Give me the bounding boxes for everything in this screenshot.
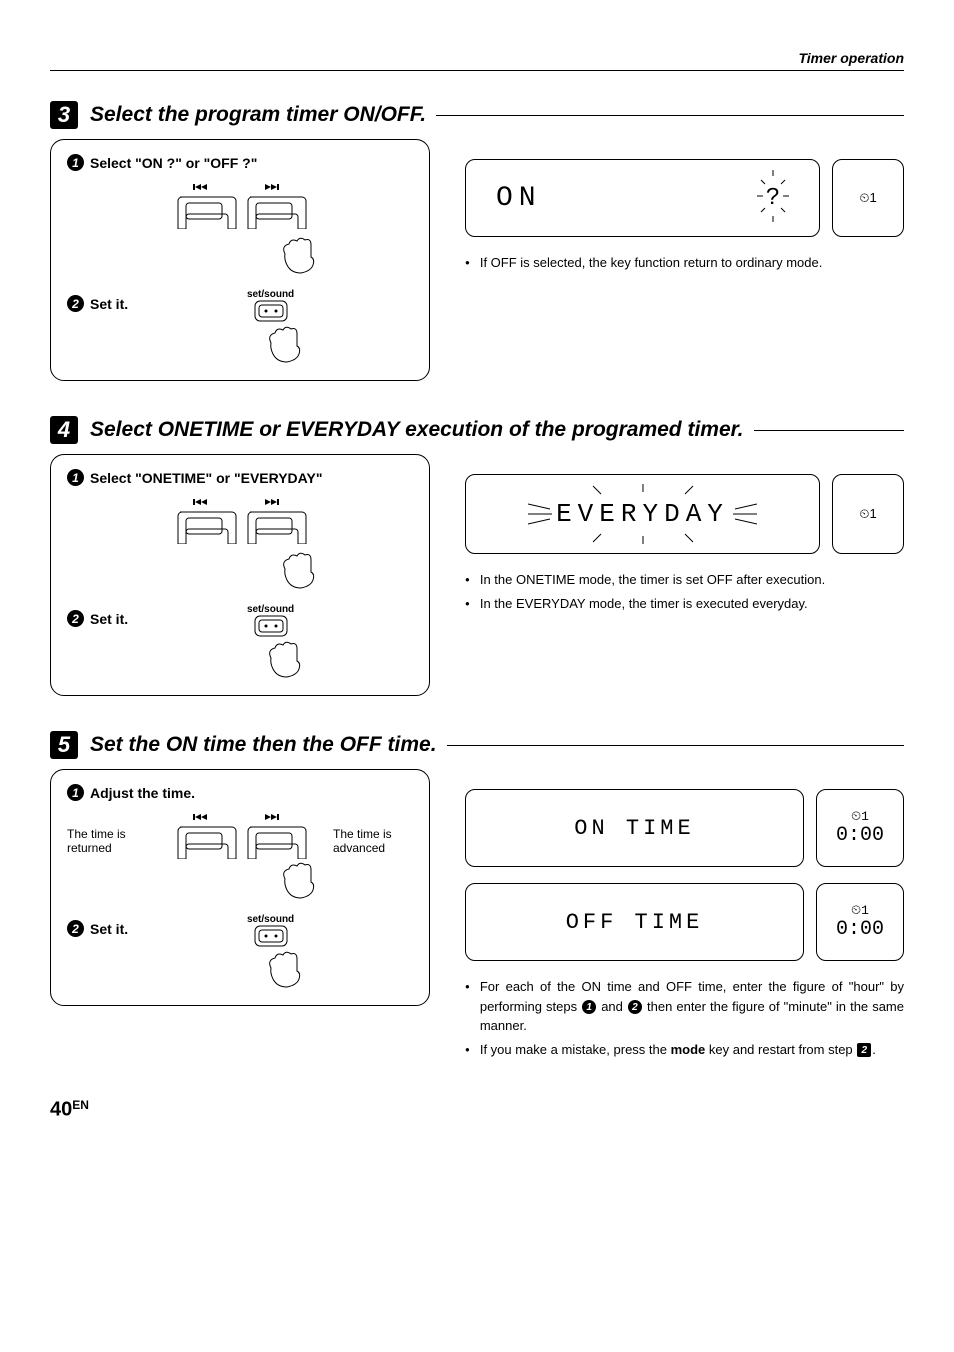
step-5-sub2: 2 Set it. [67, 920, 128, 937]
step-4-notes: In the ONETIME mode, the timer is set OF… [465, 570, 904, 613]
inline-badge-1: 1 [582, 1000, 596, 1014]
step-4: 4 Select ONETIME or EVERYDAY execution o… [50, 416, 904, 696]
page-lang: EN [72, 1098, 89, 1112]
set-sound-label: set/sound [128, 604, 413, 615]
skip-buttons-icon [155, 494, 325, 544]
set-sound-button-icon [254, 925, 288, 947]
page-footer: 40EN [50, 1098, 904, 1121]
adjust-time-row: The time is returned The time is advance… [67, 809, 413, 859]
note-text: If OFF is selected, the key function ret… [480, 253, 823, 273]
rays-right-icon [729, 489, 757, 539]
step-3-timer-icon-box: ⏲1 [832, 159, 904, 237]
step-3-title: Select the program timer ON/OFF. [90, 103, 426, 127]
substep-2-label: Set it. [90, 611, 128, 627]
set-sound-button-icon [254, 615, 288, 637]
step-4-header: 4 Select ONETIME or EVERYDAY execution o… [50, 416, 904, 444]
step-5-off-time-box: ⏲1 0:00 [816, 883, 904, 961]
set-sound-label: set/sound [128, 289, 413, 300]
skip-buttons-icon [155, 809, 325, 859]
step-3-number: 3 [50, 101, 78, 129]
step-4-title: Select ONETIME or EVERYDAY execution of … [90, 418, 744, 442]
substep-1-badge: 1 [67, 469, 84, 486]
hand-press-icon [67, 234, 413, 279]
step-4-sub2: 2 Set it. [67, 610, 128, 627]
note-1: For each of the ON time and OFF time, en… [465, 977, 904, 1036]
hand-icon [275, 549, 325, 589]
step-3-display: ON ? [465, 159, 820, 237]
step-4-timer-icon-box: ⏲1 [832, 474, 904, 554]
substep-1-label: Select "ONETIME" or "EVERYDAY" [90, 470, 322, 486]
note-text: In the EVERYDAY mode, the timer is execu… [480, 594, 808, 614]
step-4-display: EVERYDAY [465, 474, 820, 554]
step-3-sub1: 1 Select "ON ?" or "OFF ?" [67, 154, 413, 171]
step-5-number: 5 [50, 731, 78, 759]
substep-1-badge: 1 [67, 154, 84, 171]
step-5-instructions: 1 Adjust the time. The time is returned [50, 769, 430, 1006]
rule [754, 430, 905, 431]
rays-left-icon [528, 489, 556, 539]
set-sound-button-icon [254, 300, 288, 322]
substep-1-label: Select "ON ?" or "OFF ?" [90, 155, 257, 171]
step-4-instructions: 1 Select "ONETIME" or "EVERYDAY" [50, 454, 430, 696]
hand-icon [275, 859, 325, 899]
step-5-display-off: OFF TIME [465, 883, 804, 961]
set-sound-label: set/sound [128, 914, 413, 925]
step-3: 3 Select the program timer ON/OFF. 1 Sel… [50, 101, 904, 381]
hand-icon [275, 234, 325, 274]
time-advanced-label: The time is advanced [333, 809, 413, 855]
section-title: Timer operation [798, 50, 904, 66]
rule [436, 115, 904, 116]
svg-text:?: ? [766, 185, 780, 212]
step-5: 5 Set the ON time then the OFF time. 1 A… [50, 731, 904, 1063]
substep-2-badge: 2 [67, 295, 84, 312]
step-3-sub2: 2 Set it. [67, 295, 128, 312]
substep-2-badge: 2 [67, 920, 84, 937]
step-4-sub1: 1 Select "ONETIME" or "EVERYDAY" [67, 469, 413, 486]
display-text: OFF TIME [566, 910, 704, 935]
substep-2-badge: 2 [67, 610, 84, 627]
step-5-notes: For each of the ON time and OFF time, en… [465, 977, 904, 1059]
rule [447, 745, 904, 746]
display-text: ON [496, 183, 542, 214]
timer-icon: ⏲1 [859, 506, 876, 522]
step-4-number: 4 [50, 416, 78, 444]
display-time: 0:00 [836, 824, 884, 847]
section-header: Timer operation [50, 50, 904, 71]
hand-icon [261, 948, 311, 988]
substep-1-badge: 1 [67, 784, 84, 801]
hand-icon [261, 323, 311, 363]
timer-icon: ⏲1 [859, 190, 876, 206]
step-3-instructions: 1 Select "ON ?" or "OFF ?" [50, 139, 430, 381]
display-text: EVERYDAY [556, 499, 729, 529]
step-5-on-time-box: ⏲1 0:00 [816, 789, 904, 867]
step-5-header: 5 Set the ON time then the OFF time. [50, 731, 904, 759]
prev-next-buttons [67, 494, 413, 549]
page-number: 40 [50, 1098, 72, 1120]
substep-2-label: Set it. [90, 921, 128, 937]
note-text: In the ONETIME mode, the timer is set OF… [480, 570, 825, 590]
display-question-mark: ? [753, 170, 793, 229]
step-3-notes: If OFF is selected, the key function ret… [465, 253, 904, 273]
skip-buttons-icon [155, 179, 325, 229]
hand-press-icon [67, 549, 413, 594]
substep-1-label: Adjust the time. [90, 785, 195, 801]
step-5-sub1: 1 Adjust the time. [67, 784, 413, 801]
note-2: If you make a mistake, press the mode ke… [465, 1040, 904, 1060]
step-5-display-on: ON TIME [465, 789, 804, 867]
hand-icon [261, 638, 311, 678]
display-text: ON TIME [574, 816, 694, 841]
timer-icon: ⏲1 [851, 903, 869, 918]
step-3-header: 3 Select the program timer ON/OFF. [50, 101, 904, 129]
substep-2-label: Set it. [90, 296, 128, 312]
time-returned-label: The time is returned [67, 809, 147, 855]
step-5-title: Set the ON time then the OFF time. [90, 733, 437, 757]
inline-badge-2: 2 [628, 1000, 642, 1014]
timer-icon: ⏲1 [851, 809, 869, 824]
hand-press-icon [67, 859, 413, 904]
prev-next-buttons [67, 179, 413, 234]
inline-step-2: 2 [857, 1043, 871, 1057]
display-time: 0:00 [836, 918, 884, 941]
